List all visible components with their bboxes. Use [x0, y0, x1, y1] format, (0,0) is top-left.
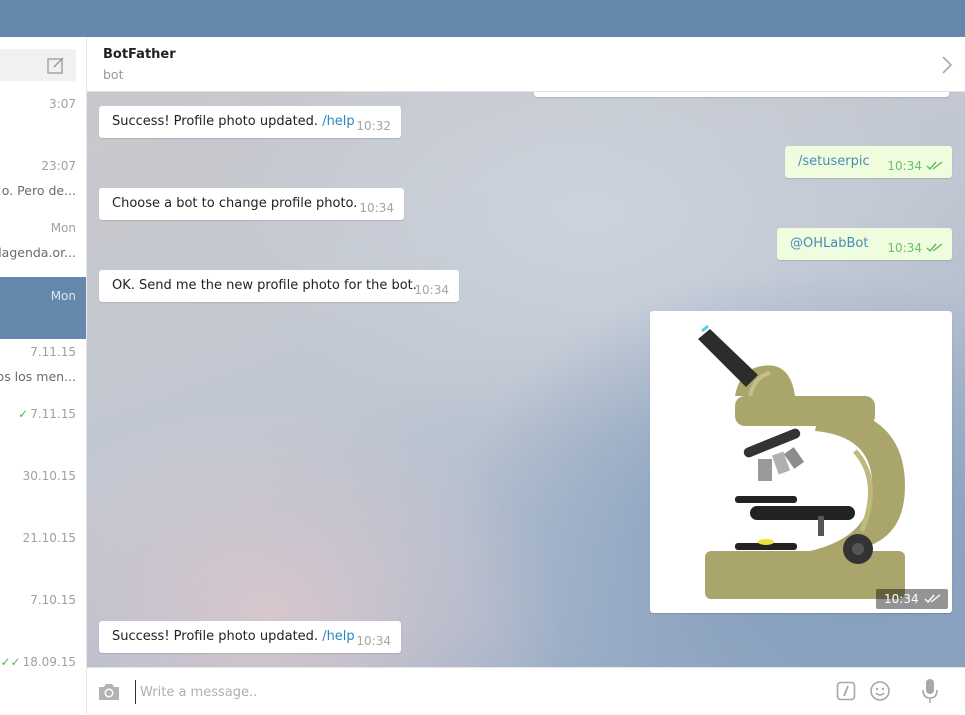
message-text: Success! Profile photo updated.	[112, 114, 319, 129]
compose-icon[interactable]	[46, 55, 66, 75]
message-outgoing[interactable]: /setuserpic 10:34	[785, 146, 952, 178]
message-incoming[interactable]: Success! Profile photo updated. /help 10…	[99, 621, 401, 653]
search-box[interactable]	[0, 49, 76, 81]
chat-list-item[interactable]: 7.10.15	[0, 583, 86, 645]
chat-time: Mon	[50, 221, 76, 235]
chat-time: 30.10.15	[22, 469, 76, 483]
double-check-icon	[926, 161, 943, 171]
message-text: @OHLabBot	[790, 236, 869, 251]
chat-preview: lagenda.or...	[0, 245, 76, 260]
chat-list-item[interactable]: 3:07	[0, 87, 86, 149]
chat-time: ✓ 7.11.15	[18, 407, 76, 421]
chat-preview: o. Pero de...	[1, 183, 76, 198]
chat-list-item[interactable]: 30.10.15	[0, 459, 86, 521]
bot-command-icon[interactable]	[836, 681, 856, 701]
help-link[interactable]: /help	[322, 114, 354, 129]
message-text: OK. Send me the new profile photo for th…	[112, 278, 417, 293]
microphone-icon[interactable]	[921, 678, 939, 704]
chat-time: 3:07	[49, 97, 76, 111]
chat-list-item[interactable]: ✓ 7.11.15	[0, 397, 86, 459]
message-incoming[interactable]: Success! Profile photo updated. /help 10…	[99, 106, 401, 138]
message-text: Success! Profile photo updated.	[112, 629, 319, 644]
chat-time: ✓✓ 18.09.15	[0, 655, 76, 669]
double-check-icon: ✓✓	[0, 655, 21, 669]
chat-time: 7.11.15	[30, 345, 76, 359]
camera-icon[interactable]	[97, 682, 121, 702]
chat-list-item[interactable]: 7.11.15 os los men...	[0, 335, 86, 397]
double-check-icon	[926, 243, 943, 253]
message-time: 10:34	[887, 159, 922, 173]
chat-list-item[interactable]: 21.10.15	[0, 521, 86, 583]
chat-preview: os los men...	[0, 369, 76, 384]
message-time: 10:34	[356, 634, 391, 648]
photo-message[interactable]: 10:34	[650, 311, 952, 613]
message-history[interactable]: Success! Profile photo updated. /help 10…	[87, 92, 965, 667]
message-time: 10:34	[359, 201, 394, 215]
chat-header[interactable]: BotFather bot	[87, 37, 965, 92]
chat-time: Mon	[50, 289, 76, 303]
message-time: 10:32	[356, 119, 391, 133]
microscope-image[interactable]	[650, 311, 952, 613]
check-icon: ✓	[18, 407, 29, 421]
peer-name[interactable]: BotFather	[103, 47, 176, 62]
chat-list-item[interactable]: Mon lagenda.or...	[0, 211, 86, 273]
message-time: 10:34	[887, 241, 922, 255]
emoji-icon[interactable]	[869, 680, 891, 702]
message-outgoing[interactable]: @OHLabBot 10:34	[777, 228, 952, 260]
message-incoming[interactable]: OK. Send me the new profile photo for th…	[99, 270, 459, 302]
chat-list-sidebar: 3:07 23:07 o. Pero de... Mon lagenda.or.…	[0, 37, 87, 714]
peer-status: bot	[103, 67, 124, 82]
compose-bar	[87, 667, 965, 715]
double-check-icon	[924, 594, 941, 604]
chevron-right-icon[interactable]	[941, 55, 953, 75]
message-input[interactable]	[135, 680, 802, 704]
message-time: 10:34	[884, 592, 919, 606]
help-link[interactable]: /help	[322, 629, 354, 644]
chat-list-item-active[interactable]: Mon	[0, 277, 86, 339]
chat-time: 7.10.15	[30, 593, 76, 607]
window-titlebar	[0, 0, 965, 37]
chat-time: 21.10.15	[22, 531, 76, 545]
chat-list-item[interactable]: ✓✓ 18.09.15	[0, 645, 86, 707]
photo-time-badge: 10:34	[876, 589, 948, 609]
message-incoming[interactable]: Choose a bot to change profile photo. 10…	[99, 188, 404, 220]
chat-list-item[interactable]: 23:07 o. Pero de...	[0, 149, 86, 211]
message-time: 10:34	[414, 283, 449, 297]
message-text: Choose a bot to change profile photo.	[112, 196, 358, 211]
message-text: /setuserpic	[798, 154, 870, 169]
chat-time: 23:07	[41, 159, 76, 173]
previous-message-edge	[534, 92, 949, 97]
